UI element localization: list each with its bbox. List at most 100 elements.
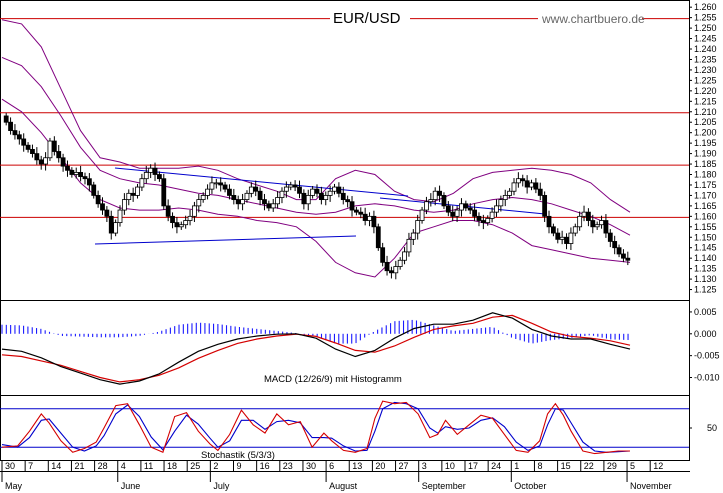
candle-body bbox=[489, 211, 495, 219]
candle-body bbox=[410, 232, 416, 240]
candle-body bbox=[419, 209, 425, 221]
price-tick-label: 1.255 bbox=[694, 13, 717, 23]
price-tick-label: 1.185 bbox=[694, 159, 717, 169]
price-tick-label: 1.215 bbox=[694, 96, 717, 106]
month-label: September bbox=[422, 481, 466, 491]
candle-body bbox=[196, 199, 202, 207]
macd-tick-label: -0.010 bbox=[694, 373, 720, 383]
candle-body bbox=[533, 182, 539, 190]
macd-tick-label: -0.005 bbox=[694, 351, 720, 361]
candle-body bbox=[367, 215, 372, 221]
candle-body bbox=[30, 149, 35, 154]
candle-body bbox=[183, 220, 189, 226]
candle-body bbox=[476, 215, 482, 221]
candle-body bbox=[318, 192, 324, 201]
candle-body bbox=[78, 172, 84, 177]
candle-body bbox=[279, 190, 285, 198]
macd-tick-label: 0.000 bbox=[694, 329, 717, 339]
price-tick-label: 1.190 bbox=[694, 149, 717, 159]
candle-body bbox=[332, 186, 337, 192]
candle-body bbox=[345, 199, 351, 203]
candle-body bbox=[586, 211, 591, 221]
candle-body bbox=[187, 215, 193, 221]
candle-body bbox=[244, 192, 250, 201]
candle-body bbox=[248, 186, 254, 194]
candle-body bbox=[86, 178, 92, 186]
price-tick-label: 1.230 bbox=[694, 65, 717, 75]
candle-body bbox=[537, 188, 543, 196]
candle-body bbox=[126, 192, 132, 201]
candle-body bbox=[384, 261, 390, 272]
candle-body bbox=[424, 201, 429, 211]
candle-body bbox=[314, 188, 320, 194]
candle-body bbox=[21, 138, 27, 146]
candle-body bbox=[275, 197, 281, 205]
candle-body bbox=[257, 190, 263, 201]
candle-body bbox=[432, 190, 438, 201]
candle-body bbox=[437, 190, 442, 196]
candle-body bbox=[375, 226, 381, 249]
candle-body bbox=[8, 121, 13, 131]
price-tick-label: 1.160 bbox=[694, 211, 717, 221]
candle bbox=[47, 137, 53, 161]
candle-body bbox=[511, 182, 517, 192]
candle-body bbox=[60, 157, 66, 167]
candle-body bbox=[568, 232, 574, 244]
eurusd-chart: 1.1251.1301.1351.1401.1451.1501.1551.160… bbox=[0, 0, 723, 493]
day-tick-label: 16 bbox=[260, 461, 270, 471]
price-tick-label: 1.205 bbox=[694, 117, 717, 127]
candle-body bbox=[594, 224, 600, 228]
candle-body bbox=[428, 199, 434, 203]
candle-body bbox=[51, 140, 57, 152]
day-tick-label: 27 bbox=[399, 461, 409, 471]
macd-tick-label: 0.005 bbox=[694, 307, 717, 317]
price-tick-label: 1.195 bbox=[694, 138, 717, 148]
candle-body bbox=[607, 232, 613, 242]
candle-body bbox=[205, 188, 210, 196]
candle-body bbox=[262, 199, 267, 205]
candle-body bbox=[520, 178, 526, 182]
candle-body bbox=[371, 215, 377, 228]
candle-body bbox=[572, 226, 578, 234]
day-tick-label: 30 bbox=[5, 461, 15, 471]
candle-body bbox=[305, 195, 311, 205]
month-label: May bbox=[5, 481, 23, 491]
candle-body bbox=[502, 195, 508, 201]
day-tick-label: 28 bbox=[98, 461, 108, 471]
chart-source: www.chartbuero.de bbox=[541, 12, 645, 26]
price-tick-label: 1.225 bbox=[694, 75, 717, 85]
day-tick-label: 25 bbox=[190, 461, 200, 471]
candle-body bbox=[524, 180, 530, 188]
price-tick-label: 1.135 bbox=[694, 264, 717, 274]
candle-body bbox=[165, 205, 171, 217]
candle-body bbox=[113, 222, 119, 234]
candle-body bbox=[340, 192, 346, 201]
candle-body bbox=[108, 215, 114, 234]
candle-body bbox=[402, 251, 407, 261]
stochastic-label: Stochastik (5/3/3) bbox=[201, 450, 275, 461]
candle-body bbox=[581, 211, 587, 217]
candle-body bbox=[3, 115, 9, 123]
candle-body bbox=[253, 186, 259, 192]
day-tick-label: 8 bbox=[537, 461, 542, 471]
candle-body bbox=[69, 169, 75, 175]
candle-body bbox=[270, 203, 276, 209]
candle-body bbox=[170, 215, 175, 224]
candle-body bbox=[16, 134, 22, 140]
day-tick-label: 30 bbox=[306, 461, 316, 471]
day-tick-label: 4 bbox=[121, 461, 126, 471]
price-tick-label: 1.140 bbox=[694, 253, 717, 263]
candle-body bbox=[143, 172, 149, 180]
candle-body bbox=[353, 209, 359, 213]
candle-body bbox=[240, 199, 245, 205]
price-tick-label: 1.200 bbox=[694, 128, 717, 138]
price-tick-label: 1.210 bbox=[694, 107, 717, 117]
candle-body bbox=[157, 174, 162, 180]
price-tick-label: 1.180 bbox=[694, 170, 717, 180]
day-tick-label: 20 bbox=[375, 461, 385, 471]
price-tick-label: 1.175 bbox=[694, 180, 717, 190]
candle-body bbox=[472, 209, 477, 217]
candle-body bbox=[161, 178, 167, 207]
candle-body bbox=[310, 188, 316, 196]
candle-body bbox=[393, 266, 399, 274]
